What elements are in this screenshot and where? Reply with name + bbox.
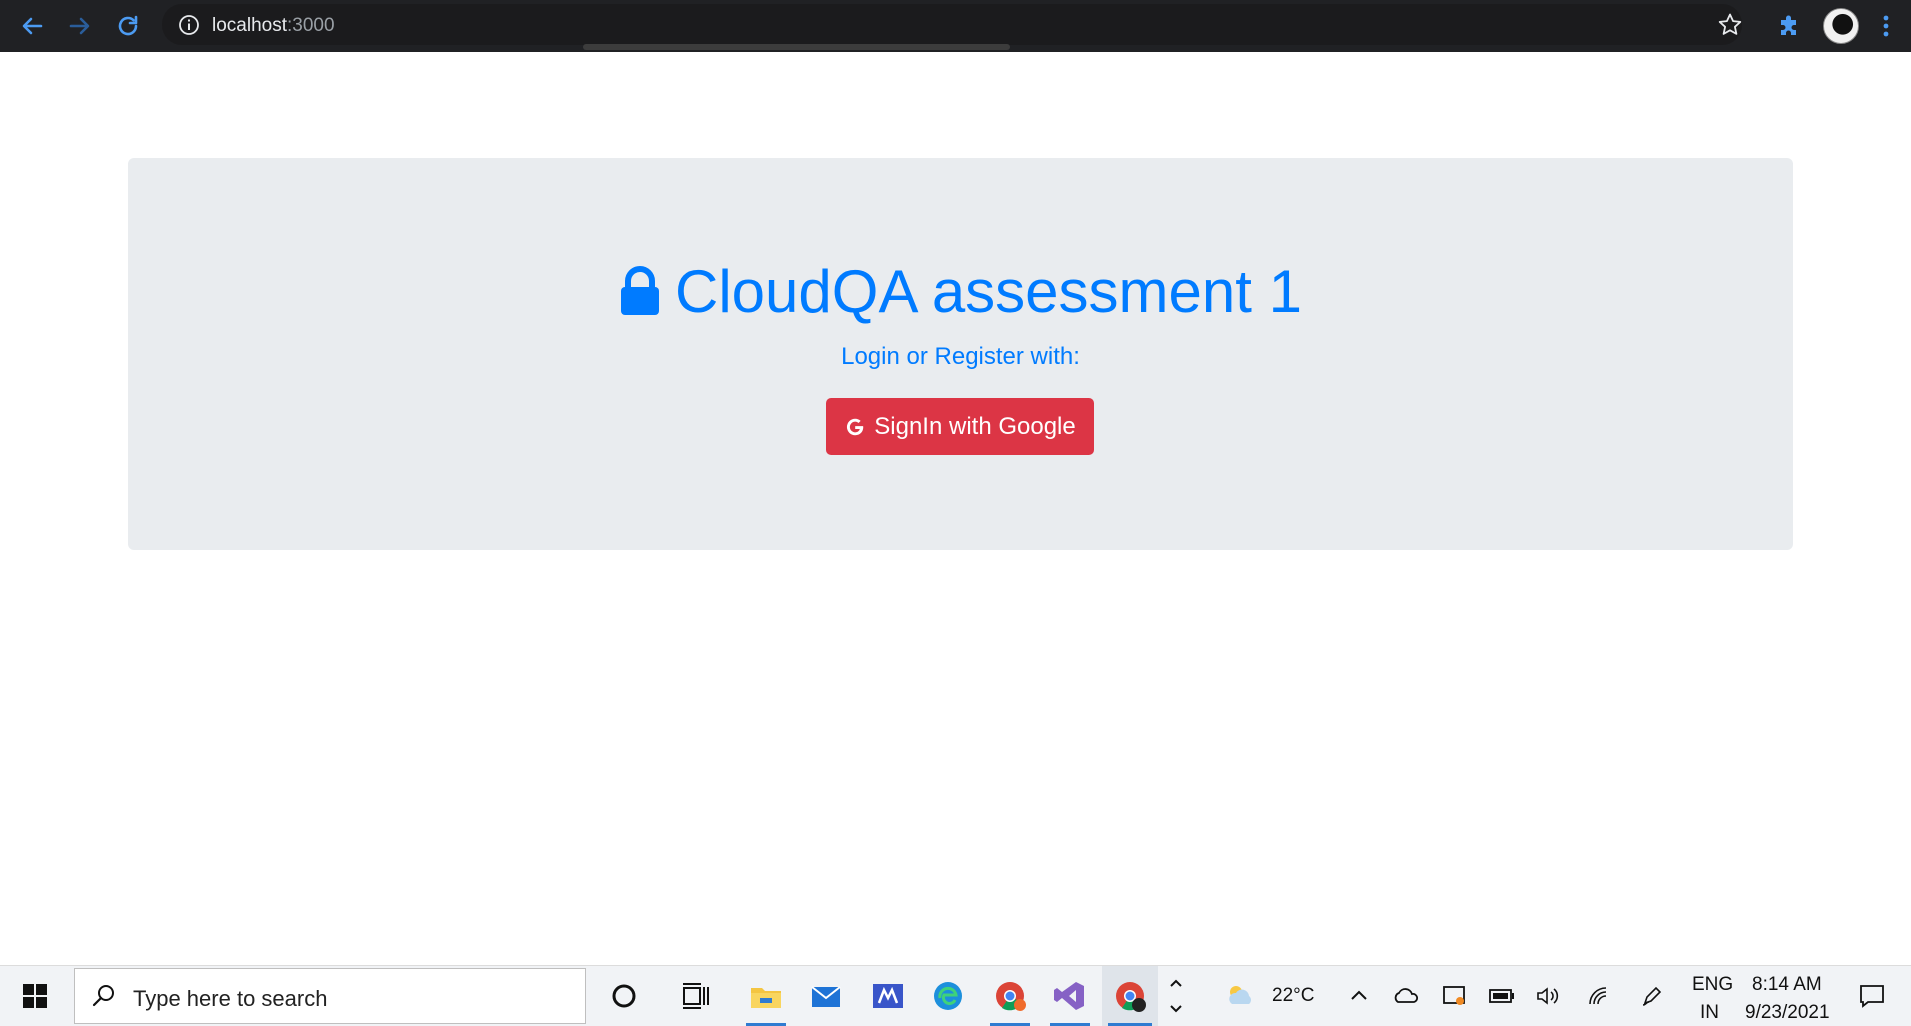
reload-button[interactable] (112, 10, 144, 42)
task-view-icon (683, 983, 709, 1009)
clock-date[interactable]: 9/23/2021 (1745, 1002, 1830, 1024)
page-subtitle: Login or Register with: (841, 343, 1080, 370)
cortana-button[interactable] (600, 966, 648, 1026)
login-jumbotron: CloudQA assessment 1 Login or Register w… (128, 158, 1793, 550)
profile-avatar[interactable] (1823, 8, 1859, 44)
taskbar-edge[interactable] (922, 966, 974, 1026)
clock-time[interactable]: 8:14 AM (1752, 974, 1822, 996)
weather-temperature[interactable]: 22°C (1272, 985, 1314, 1007)
file-explorer-icon (751, 988, 781, 1008)
forward-button[interactable] (64, 10, 96, 42)
onedrive-tray[interactable] (1390, 966, 1422, 1026)
pen-icon (1642, 986, 1662, 1006)
task-view-button[interactable] (672, 966, 720, 1026)
show-hidden-icons-button[interactable] (1344, 966, 1374, 1026)
search-icon (92, 985, 114, 1007)
url-port: :3000 (287, 15, 335, 36)
taskbar-chrome-profile[interactable] (984, 966, 1036, 1026)
mail-icon (811, 986, 841, 1007)
google-signin-label: SignIn with Google (874, 412, 1076, 440)
taskbar-file-explorer[interactable] (740, 966, 792, 1026)
address-bar-field (162, 4, 1742, 45)
edge-browser-icon (934, 982, 962, 1010)
address-bar[interactable]: localhost:3000 (162, 4, 1742, 45)
taskbar-powerapps[interactable] (862, 966, 914, 1026)
visual-studio-icon (1054, 982, 1084, 1010)
battery-icon (1489, 989, 1514, 1003)
search-placeholder: Type here to search (133, 986, 328, 1011)
speaker-icon (1537, 987, 1559, 1005)
battery-tray[interactable] (1486, 966, 1518, 1026)
language-code[interactable]: ENG (1692, 974, 1733, 996)
taskbar-visual-studio[interactable] (1044, 966, 1096, 1026)
tab-scroll-indicator (583, 44, 1010, 50)
action-center-button[interactable] (1852, 966, 1892, 1026)
taskbar-overflow-arrows[interactable] (1162, 966, 1190, 1026)
reload-icon (118, 15, 138, 36)
page-heading: CloudQA assessment 1 (128, 256, 1793, 328)
site-info-icon[interactable] (178, 14, 200, 36)
lock-icon (621, 266, 659, 315)
bookmark-star-icon[interactable] (1716, 11, 1744, 39)
m365-app-icon (873, 984, 903, 1008)
language-region[interactable]: IN (1700, 1002, 1719, 1024)
notification-icon (1860, 985, 1884, 1008)
back-arrow-icon (22, 17, 43, 35)
wifi-icon (1589, 987, 1607, 1005)
start-button[interactable] (0, 966, 70, 1026)
pen-tray[interactable] (1636, 966, 1668, 1026)
page-title: CloudQA assessment 1 (675, 258, 1302, 325)
windows-taskbar: Type here to search 22°C ENG IN 8:14 AM … (0, 965, 1911, 1026)
weather-widget[interactable] (1222, 966, 1258, 1026)
volume-tray[interactable] (1532, 966, 1564, 1026)
browser-toolbar: localhost:3000 (0, 0, 1911, 52)
cortana-circle-icon (612, 984, 636, 1008)
wifi-tray[interactable] (1582, 966, 1614, 1026)
onedrive-cloud-icon (1394, 988, 1418, 1003)
google-signin-button[interactable]: SignIn with Google (826, 398, 1094, 455)
chrome-icon (996, 982, 1026, 1011)
tray-app-icon (1443, 986, 1465, 1005)
taskbar-mail[interactable] (800, 966, 852, 1026)
notification-tray-app[interactable] (1438, 966, 1470, 1026)
taskbar-chrome-active[interactable] (1102, 966, 1158, 1026)
more-options-icon[interactable] (1876, 12, 1896, 40)
chevron-up-down-icon (1170, 979, 1182, 1013)
extensions-puzzle-icon[interactable] (1775, 11, 1803, 39)
forward-arrow-icon (69, 17, 90, 35)
back-button[interactable] (16, 10, 48, 42)
url-host: localhost (212, 15, 287, 36)
chrome-icon (1116, 982, 1146, 1012)
google-g-icon (847, 418, 864, 435)
taskbar-search-box[interactable]: Type here to search (74, 968, 586, 1024)
chevron-up-icon (1351, 990, 1367, 1000)
windows-logo-icon (23, 984, 47, 1008)
partly-cloudy-icon (1229, 986, 1251, 1004)
url-text: localhost:3000 (212, 15, 335, 37)
